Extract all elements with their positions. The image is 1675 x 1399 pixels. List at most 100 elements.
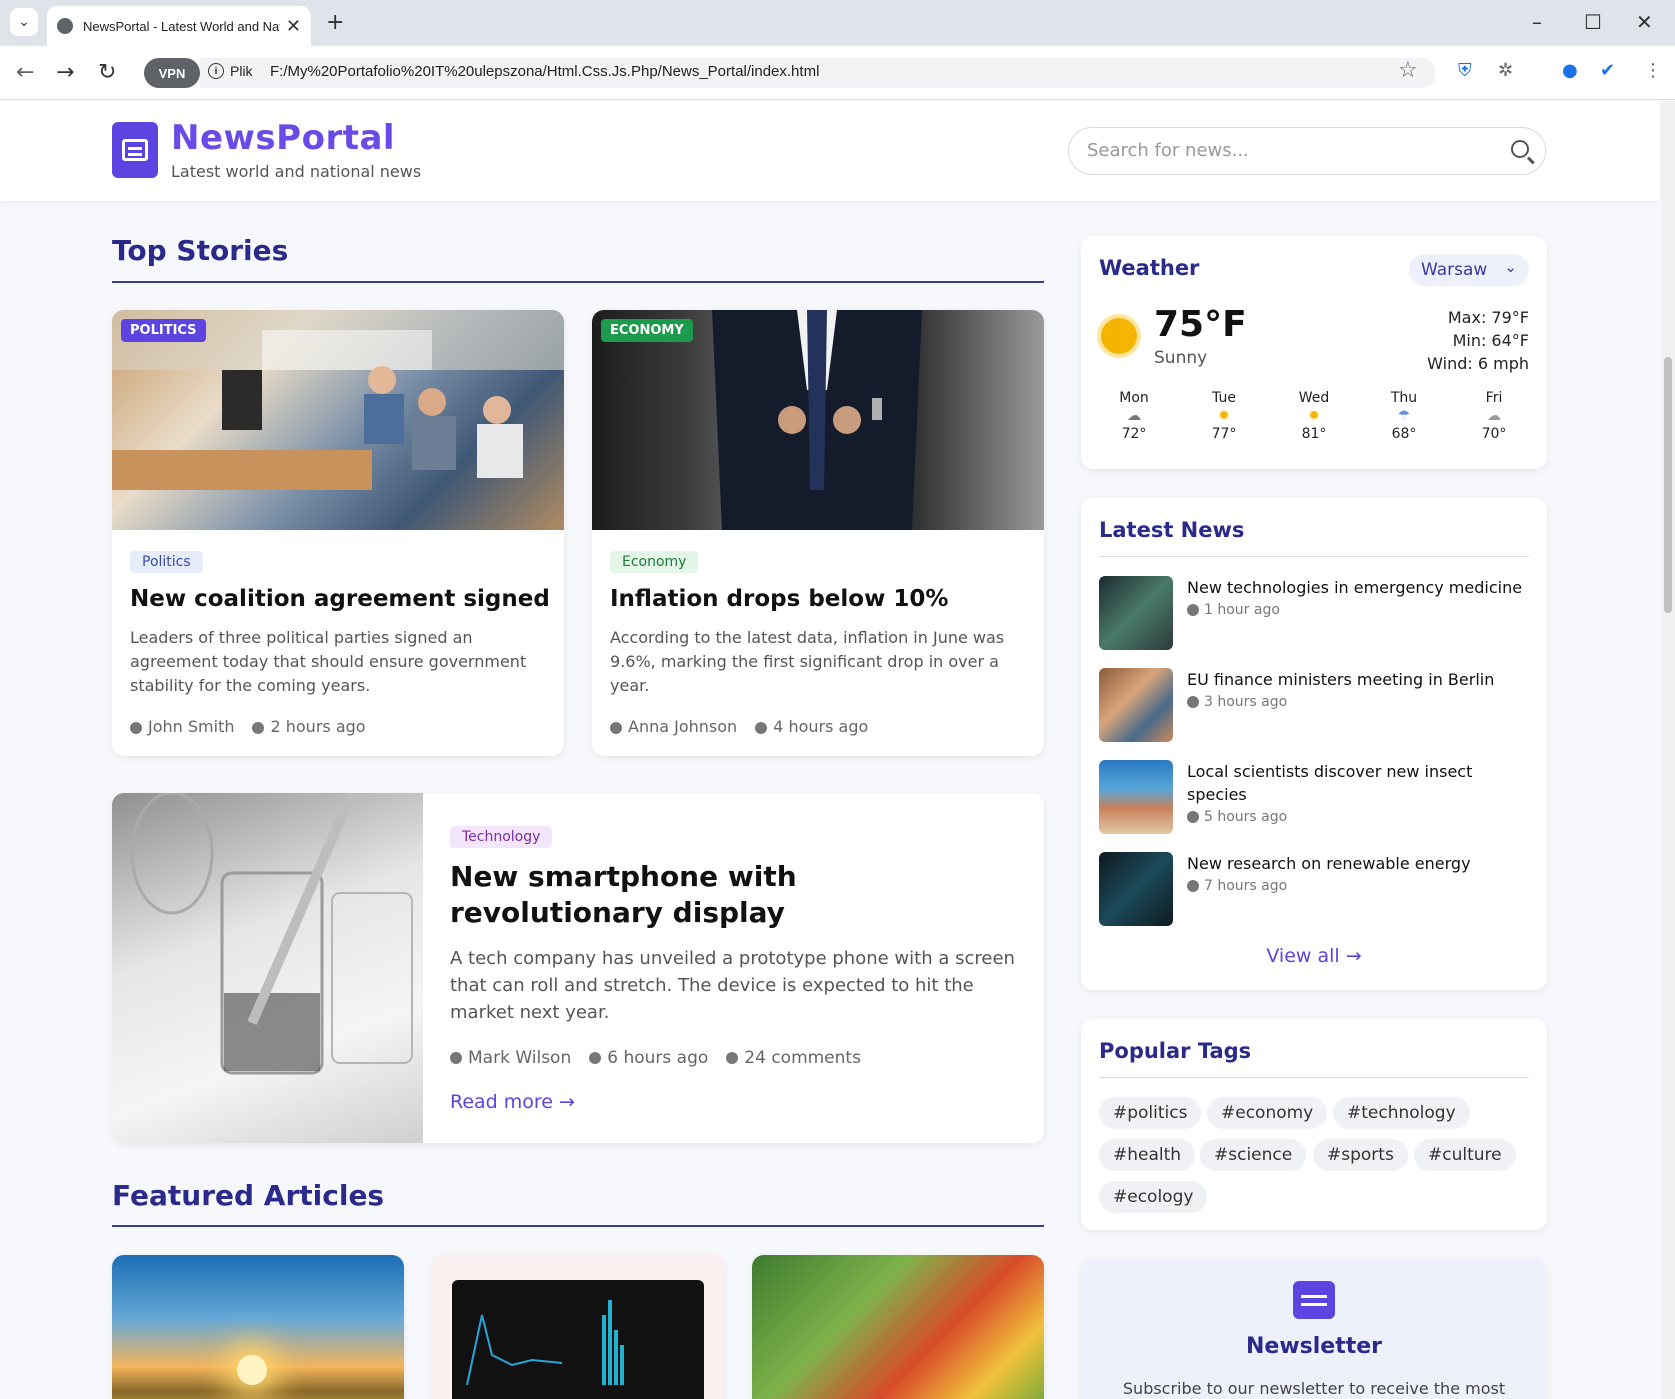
shield-extension-icon[interactable]: ⛨ bbox=[1458, 60, 1472, 81]
minimize-button[interactable]: – bbox=[1532, 10, 1542, 34]
min-temp: Min: 64°F bbox=[1452, 331, 1529, 350]
section-divider bbox=[112, 1225, 1044, 1227]
back-button[interactable]: ← bbox=[16, 60, 34, 85]
forecast-temp: 77° bbox=[1211, 426, 1237, 442]
section-divider bbox=[1099, 556, 1529, 557]
extensions-puzzle-icon[interactable]: ✲ bbox=[1498, 60, 1513, 81]
top-stories-title: Top Stories bbox=[112, 234, 289, 267]
wind-speed: Wind: 6 mph bbox=[1427, 354, 1529, 373]
brand-tagline: Latest world and national news bbox=[171, 162, 422, 181]
profile-icon[interactable]: ● bbox=[1562, 60, 1578, 81]
clock-icon bbox=[1187, 811, 1199, 823]
clock-icon bbox=[1187, 880, 1199, 892]
maximize-button[interactable]: ☐ bbox=[1584, 10, 1602, 34]
browser-menu-icon[interactable]: ⋮ bbox=[1644, 60, 1662, 81]
latest-news-item[interactable]: Local scientists discover new insect spe… bbox=[1099, 760, 1529, 834]
story-image: ECONOMY bbox=[592, 310, 1044, 530]
news-item-title[interactable]: Local scientists discover new insect spe… bbox=[1187, 760, 1507, 806]
category-pill[interactable]: Technology bbox=[450, 826, 553, 848]
news-time-text: 1 hour ago bbox=[1204, 602, 1280, 618]
tag-science[interactable]: #science bbox=[1200, 1139, 1307, 1171]
news-thumbnail bbox=[1099, 760, 1173, 834]
popular-tags-title: Popular Tags bbox=[1099, 1039, 1252, 1063]
story-meta: John Smith 2 hours ago bbox=[130, 717, 366, 736]
tag-ecology[interactable]: #ecology bbox=[1099, 1181, 1208, 1213]
news-item-title[interactable]: EU finance ministers meeting in Berlin bbox=[1187, 668, 1527, 691]
story-title[interactable]: Inflation drops below 10% bbox=[610, 586, 948, 612]
city-value: Warsaw bbox=[1421, 260, 1488, 280]
wide-story-card[interactable]: Technology New smartphone with revolutio… bbox=[112, 793, 1044, 1143]
site-info-button[interactable]: i Plik bbox=[208, 63, 253, 79]
tag-culture[interactable]: #culture bbox=[1414, 1139, 1516, 1171]
view-all-link[interactable]: View all → bbox=[1081, 945, 1547, 967]
story-excerpt: According to the latest data, inflation … bbox=[610, 628, 1005, 695]
story-card[interactable]: ECONOMY Economy Inflation drops below 10… bbox=[592, 310, 1044, 756]
story-title[interactable]: New coalition agreement signed bbox=[130, 586, 550, 612]
read-more-link[interactable]: Read more → bbox=[450, 1091, 575, 1113]
story-card[interactable]: POLITICS Politics New coalition agreemen… bbox=[112, 310, 564, 756]
tag-sports[interactable]: #sports bbox=[1313, 1139, 1408, 1171]
brand-name[interactable]: NewsPortal bbox=[171, 118, 395, 158]
tag-economy[interactable]: #economy bbox=[1207, 1097, 1328, 1129]
scrollbar-thumb[interactable] bbox=[1664, 357, 1672, 613]
story-excerpt: A tech company has unveiled a prototype … bbox=[450, 948, 1015, 1023]
newspaper-logo-icon[interactable] bbox=[112, 122, 158, 178]
url-text[interactable]: F:/My%20Portafolio%20IT%20ulepszona/Html… bbox=[270, 63, 819, 80]
latest-news-widget: Latest News New technologies in emergenc… bbox=[1081, 498, 1547, 990]
search-box[interactable] bbox=[1068, 127, 1546, 175]
category-pill[interactable]: Economy bbox=[610, 551, 699, 573]
news-item-title[interactable]: New research on renewable energy bbox=[1187, 852, 1527, 875]
close-window-button[interactable]: ✕ bbox=[1636, 10, 1653, 34]
tag-health[interactable]: #health bbox=[1099, 1139, 1196, 1171]
bookmark-star-icon[interactable]: ☆ bbox=[1398, 58, 1418, 83]
reload-button[interactable]: ↻ bbox=[98, 60, 116, 85]
latest-news-item[interactable]: New technologies in emergency medicine 1… bbox=[1099, 576, 1529, 650]
featured-card[interactable] bbox=[752, 1255, 1044, 1399]
story-title[interactable]: New smartphone with revolutionary displa… bbox=[450, 859, 1010, 931]
featured-card[interactable] bbox=[112, 1255, 404, 1399]
forecast-temp: 81° bbox=[1301, 426, 1327, 442]
forward-button[interactable]: → bbox=[56, 60, 74, 85]
globe-icon bbox=[57, 18, 73, 34]
close-tab-icon[interactable]: ✕ bbox=[286, 16, 301, 37]
featured-card[interactable] bbox=[432, 1255, 724, 1399]
browser-tab[interactable]: NewsPortal - Latest World and Nat ✕ bbox=[47, 6, 311, 46]
new-tab-button[interactable]: + bbox=[326, 10, 344, 35]
story-image bbox=[112, 793, 423, 1143]
page-scrollbar[interactable] bbox=[1661, 101, 1675, 1399]
forecast-day-name: Fri bbox=[1485, 390, 1503, 406]
city-select[interactable]: Warsaw ⌄ bbox=[1409, 254, 1529, 286]
news-item-title[interactable]: New technologies in emergency medicine bbox=[1187, 576, 1527, 599]
search-input[interactable] bbox=[1087, 140, 1487, 161]
news-item-time: 7 hours ago bbox=[1187, 878, 1287, 894]
section-divider bbox=[112, 281, 1044, 283]
forecast-temp: 68° bbox=[1391, 426, 1417, 442]
clock-icon bbox=[755, 721, 768, 734]
clock-icon bbox=[1187, 696, 1199, 708]
latest-news-item[interactable]: New research on renewable energy 7 hours… bbox=[1099, 852, 1529, 926]
tab-search-button[interactable]: ⌄ bbox=[10, 8, 38, 36]
featured-title: Featured Articles bbox=[112, 1179, 385, 1212]
category-pill[interactable]: Politics bbox=[130, 551, 203, 573]
story-comments[interactable]: 24 comments bbox=[744, 1048, 861, 1068]
story-author: Anna Johnson bbox=[628, 717, 738, 736]
featured-image bbox=[237, 1355, 267, 1385]
clock-icon bbox=[1187, 604, 1199, 616]
newsletter-widget: Newsletter Subscribe to our newsletter t… bbox=[1081, 1259, 1547, 1399]
search-icon[interactable] bbox=[1511, 140, 1529, 158]
latest-news-item[interactable]: EU finance ministers meeting in Berlin 3… bbox=[1099, 668, 1529, 742]
vpn-badge[interactable]: VPN bbox=[144, 58, 200, 88]
story-author: John Smith bbox=[148, 717, 235, 736]
forecast-day: Fri ☁ 70° bbox=[1459, 390, 1529, 442]
tab-title: NewsPortal - Latest World and Nat bbox=[83, 18, 280, 34]
tag-technology[interactable]: #technology bbox=[1333, 1097, 1470, 1129]
news-thumbnail bbox=[1099, 852, 1173, 926]
clock-icon bbox=[252, 721, 265, 734]
story-meta: Mark Wilson 6 hours ago 24 comments bbox=[450, 1048, 861, 1068]
news-item-time: 5 hours ago bbox=[1187, 809, 1287, 825]
tag-politics[interactable]: #politics bbox=[1099, 1097, 1202, 1129]
security-check-icon[interactable]: ✔ bbox=[1600, 60, 1615, 81]
comment-icon bbox=[726, 1052, 739, 1064]
user-icon bbox=[130, 721, 142, 734]
forecast-row: Mon ☁ 72° Tue ✹ 77° Wed ✹ 81° Thu ☂ 68° … bbox=[1099, 390, 1529, 442]
